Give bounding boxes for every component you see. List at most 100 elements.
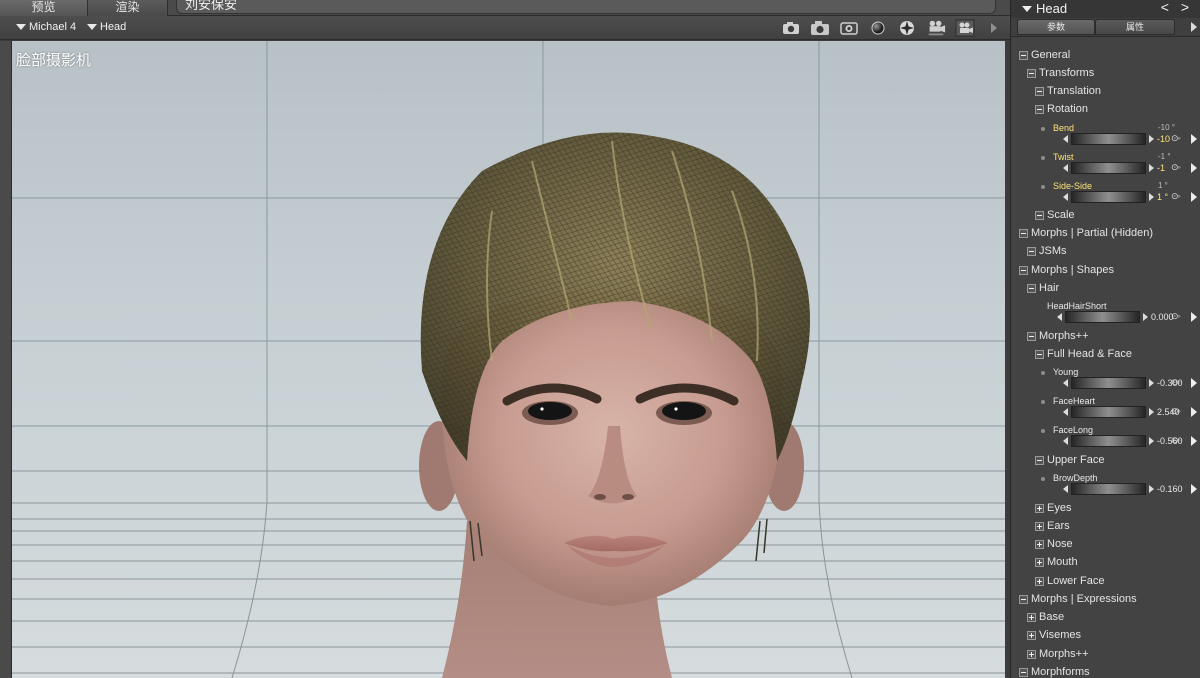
collapse-icon[interactable] bbox=[1035, 86, 1044, 96]
collapse-icon[interactable] bbox=[1035, 104, 1044, 114]
sphere-icon[interactable] bbox=[868, 19, 888, 37]
collapse-icon[interactable] bbox=[1027, 283, 1036, 293]
figure-selector[interactable]: Michael 4 bbox=[16, 21, 76, 33]
decrement-arrow-icon[interactable] bbox=[1063, 437, 1068, 445]
tree-node-base[interactable]: Base bbox=[1027, 609, 1197, 625]
camera-icon[interactable] bbox=[781, 19, 801, 37]
decrement-arrow-icon[interactable] bbox=[1057, 313, 1062, 321]
param-dial[interactable] bbox=[1071, 435, 1146, 447]
param-dial[interactable] bbox=[1071, 406, 1146, 418]
increment-arrow-icon[interactable] bbox=[1149, 379, 1154, 387]
increment-arrow-icon[interactable] bbox=[1149, 135, 1154, 143]
movie-camera-icon[interactable] bbox=[926, 19, 946, 37]
tree-node-morphforms[interactable]: Morphforms bbox=[1019, 664, 1197, 678]
param-menu-arrow-icon[interactable] bbox=[1191, 484, 1197, 494]
decrement-arrow-icon[interactable] bbox=[1063, 485, 1068, 493]
key-controls-icon[interactable]: ⊙◦ bbox=[1171, 435, 1181, 446]
collapse-icon[interactable] bbox=[1035, 349, 1044, 359]
expand-icon[interactable] bbox=[1035, 539, 1044, 549]
tab-render[interactable]: 渲染 bbox=[88, 0, 168, 16]
param-value[interactable]: -1 bbox=[1157, 163, 1165, 173]
param-menu-arrow-icon[interactable] bbox=[1191, 134, 1197, 144]
tree-node-transforms[interactable]: Transforms bbox=[1027, 65, 1197, 81]
param-value[interactable]: 1 ° bbox=[1157, 192, 1168, 202]
param-value[interactable]: -0.160 bbox=[1157, 484, 1183, 494]
expand-icon[interactable] bbox=[1035, 503, 1044, 513]
param-dial[interactable] bbox=[1065, 311, 1140, 323]
camera-icon[interactable] bbox=[839, 19, 859, 37]
tree-node-translation[interactable]: Translation bbox=[1035, 83, 1197, 99]
param-menu-arrow-icon[interactable] bbox=[1191, 163, 1197, 173]
tree-node-general[interactable]: General bbox=[1019, 47, 1197, 63]
tree-node-full-head-face[interactable]: Full Head & Face bbox=[1035, 346, 1197, 362]
chevron-down-icon[interactable] bbox=[1022, 6, 1032, 12]
tree-node-lower-face[interactable]: Lower Face bbox=[1035, 573, 1197, 589]
increment-arrow-icon[interactable] bbox=[1149, 408, 1154, 416]
tree-node-scale[interactable]: Scale bbox=[1035, 207, 1197, 223]
increment-arrow-icon[interactable] bbox=[1149, 193, 1154, 201]
param-menu-arrow-icon[interactable] bbox=[1191, 407, 1197, 417]
tree-node-jsms[interactable]: JSMs bbox=[1027, 243, 1197, 259]
decrement-arrow-icon[interactable] bbox=[1063, 408, 1068, 416]
decrement-arrow-icon[interactable] bbox=[1063, 135, 1068, 143]
tree-node-eyes[interactable]: Eyes bbox=[1035, 500, 1197, 516]
collapse-icon[interactable] bbox=[1019, 228, 1028, 238]
param-value[interactable]: -10 bbox=[1157, 134, 1170, 144]
tree-node-rotation[interactable]: Rotation bbox=[1035, 101, 1197, 117]
collapse-icon[interactable] bbox=[1019, 265, 1028, 275]
tree-node-morphspp[interactable]: Morphs++ bbox=[1027, 328, 1197, 344]
movie-camera-icon[interactable] bbox=[955, 19, 975, 37]
tree-node-morphs-partial[interactable]: Morphs | Partial (Hidden) bbox=[1019, 225, 1197, 241]
tree-node-ears[interactable]: Ears bbox=[1035, 518, 1197, 534]
tab-preview[interactable]: 预览 bbox=[0, 0, 88, 16]
tree-node-mouth[interactable]: Mouth bbox=[1035, 554, 1197, 570]
expand-icon[interactable] bbox=[1027, 612, 1036, 622]
scroll-right-icon[interactable] bbox=[984, 19, 1004, 37]
expand-icon[interactable] bbox=[1035, 576, 1044, 586]
key-controls-icon[interactable]: ⊙◦ bbox=[1171, 377, 1181, 388]
panel-nav-arrows[interactable]: < > bbox=[1161, 0, 1193, 15]
param-menu-arrow-icon[interactable] bbox=[1191, 192, 1197, 202]
expand-icon[interactable] bbox=[1027, 630, 1036, 640]
expand-icon[interactable] bbox=[1035, 557, 1044, 567]
increment-arrow-icon[interactable] bbox=[1149, 164, 1154, 172]
param-menu-arrow-icon[interactable] bbox=[1191, 436, 1197, 446]
param-menu-arrow-icon[interactable] bbox=[1191, 312, 1197, 322]
tree-node-upper-face[interactable]: Upper Face bbox=[1035, 452, 1197, 468]
camera-icon[interactable] bbox=[810, 19, 830, 37]
tree-node-morphs-shapes[interactable]: Morphs | Shapes bbox=[1019, 262, 1197, 278]
key-controls-icon[interactable]: ⊙◦ bbox=[1171, 406, 1181, 417]
3d-viewport[interactable]: 脸部摄影机 bbox=[12, 41, 1005, 678]
globe-icon[interactable] bbox=[897, 19, 917, 37]
collapse-icon[interactable] bbox=[1027, 246, 1036, 256]
decrement-arrow-icon[interactable] bbox=[1063, 379, 1068, 387]
increment-arrow-icon[interactable] bbox=[1149, 485, 1154, 493]
param-dial[interactable] bbox=[1071, 191, 1146, 203]
collapse-icon[interactable] bbox=[1027, 331, 1036, 341]
panel-menu-arrow-icon[interactable] bbox=[1191, 22, 1197, 32]
key-controls-icon[interactable]: ⊙◦ bbox=[1171, 311, 1181, 322]
tree-node-visemes[interactable]: Visemes bbox=[1027, 627, 1197, 643]
param-menu-arrow-icon[interactable] bbox=[1191, 378, 1197, 388]
collapse-icon[interactable] bbox=[1035, 455, 1044, 465]
param-dial[interactable] bbox=[1071, 377, 1146, 389]
increment-arrow-icon[interactable] bbox=[1143, 313, 1148, 321]
key-controls-icon[interactable]: ⊙◦ bbox=[1171, 162, 1181, 173]
collapse-icon[interactable] bbox=[1027, 68, 1036, 78]
increment-arrow-icon[interactable] bbox=[1149, 437, 1154, 445]
collapse-icon[interactable] bbox=[1019, 50, 1028, 60]
param-dial[interactable] bbox=[1071, 162, 1146, 174]
tree-node-hair[interactable]: Hair bbox=[1027, 280, 1197, 296]
tree-node-morphs-expressions[interactable]: Morphs | Expressions bbox=[1019, 591, 1197, 607]
expand-icon[interactable] bbox=[1035, 521, 1044, 531]
collapse-icon[interactable] bbox=[1019, 594, 1028, 604]
tab-properties[interactable]: 属性 bbox=[1095, 19, 1175, 35]
collapse-icon[interactable] bbox=[1019, 667, 1028, 677]
tab-parameters[interactable]: 参数 bbox=[1017, 19, 1095, 35]
decrement-arrow-icon[interactable] bbox=[1063, 164, 1068, 172]
expand-icon[interactable] bbox=[1027, 649, 1036, 659]
tree-node-morphspp-2[interactable]: Morphs++ bbox=[1027, 646, 1197, 662]
node-selector[interactable]: Head bbox=[87, 21, 126, 33]
key-controls-icon[interactable]: ⊙◦ bbox=[1171, 133, 1181, 144]
param-dial[interactable] bbox=[1071, 483, 1146, 495]
